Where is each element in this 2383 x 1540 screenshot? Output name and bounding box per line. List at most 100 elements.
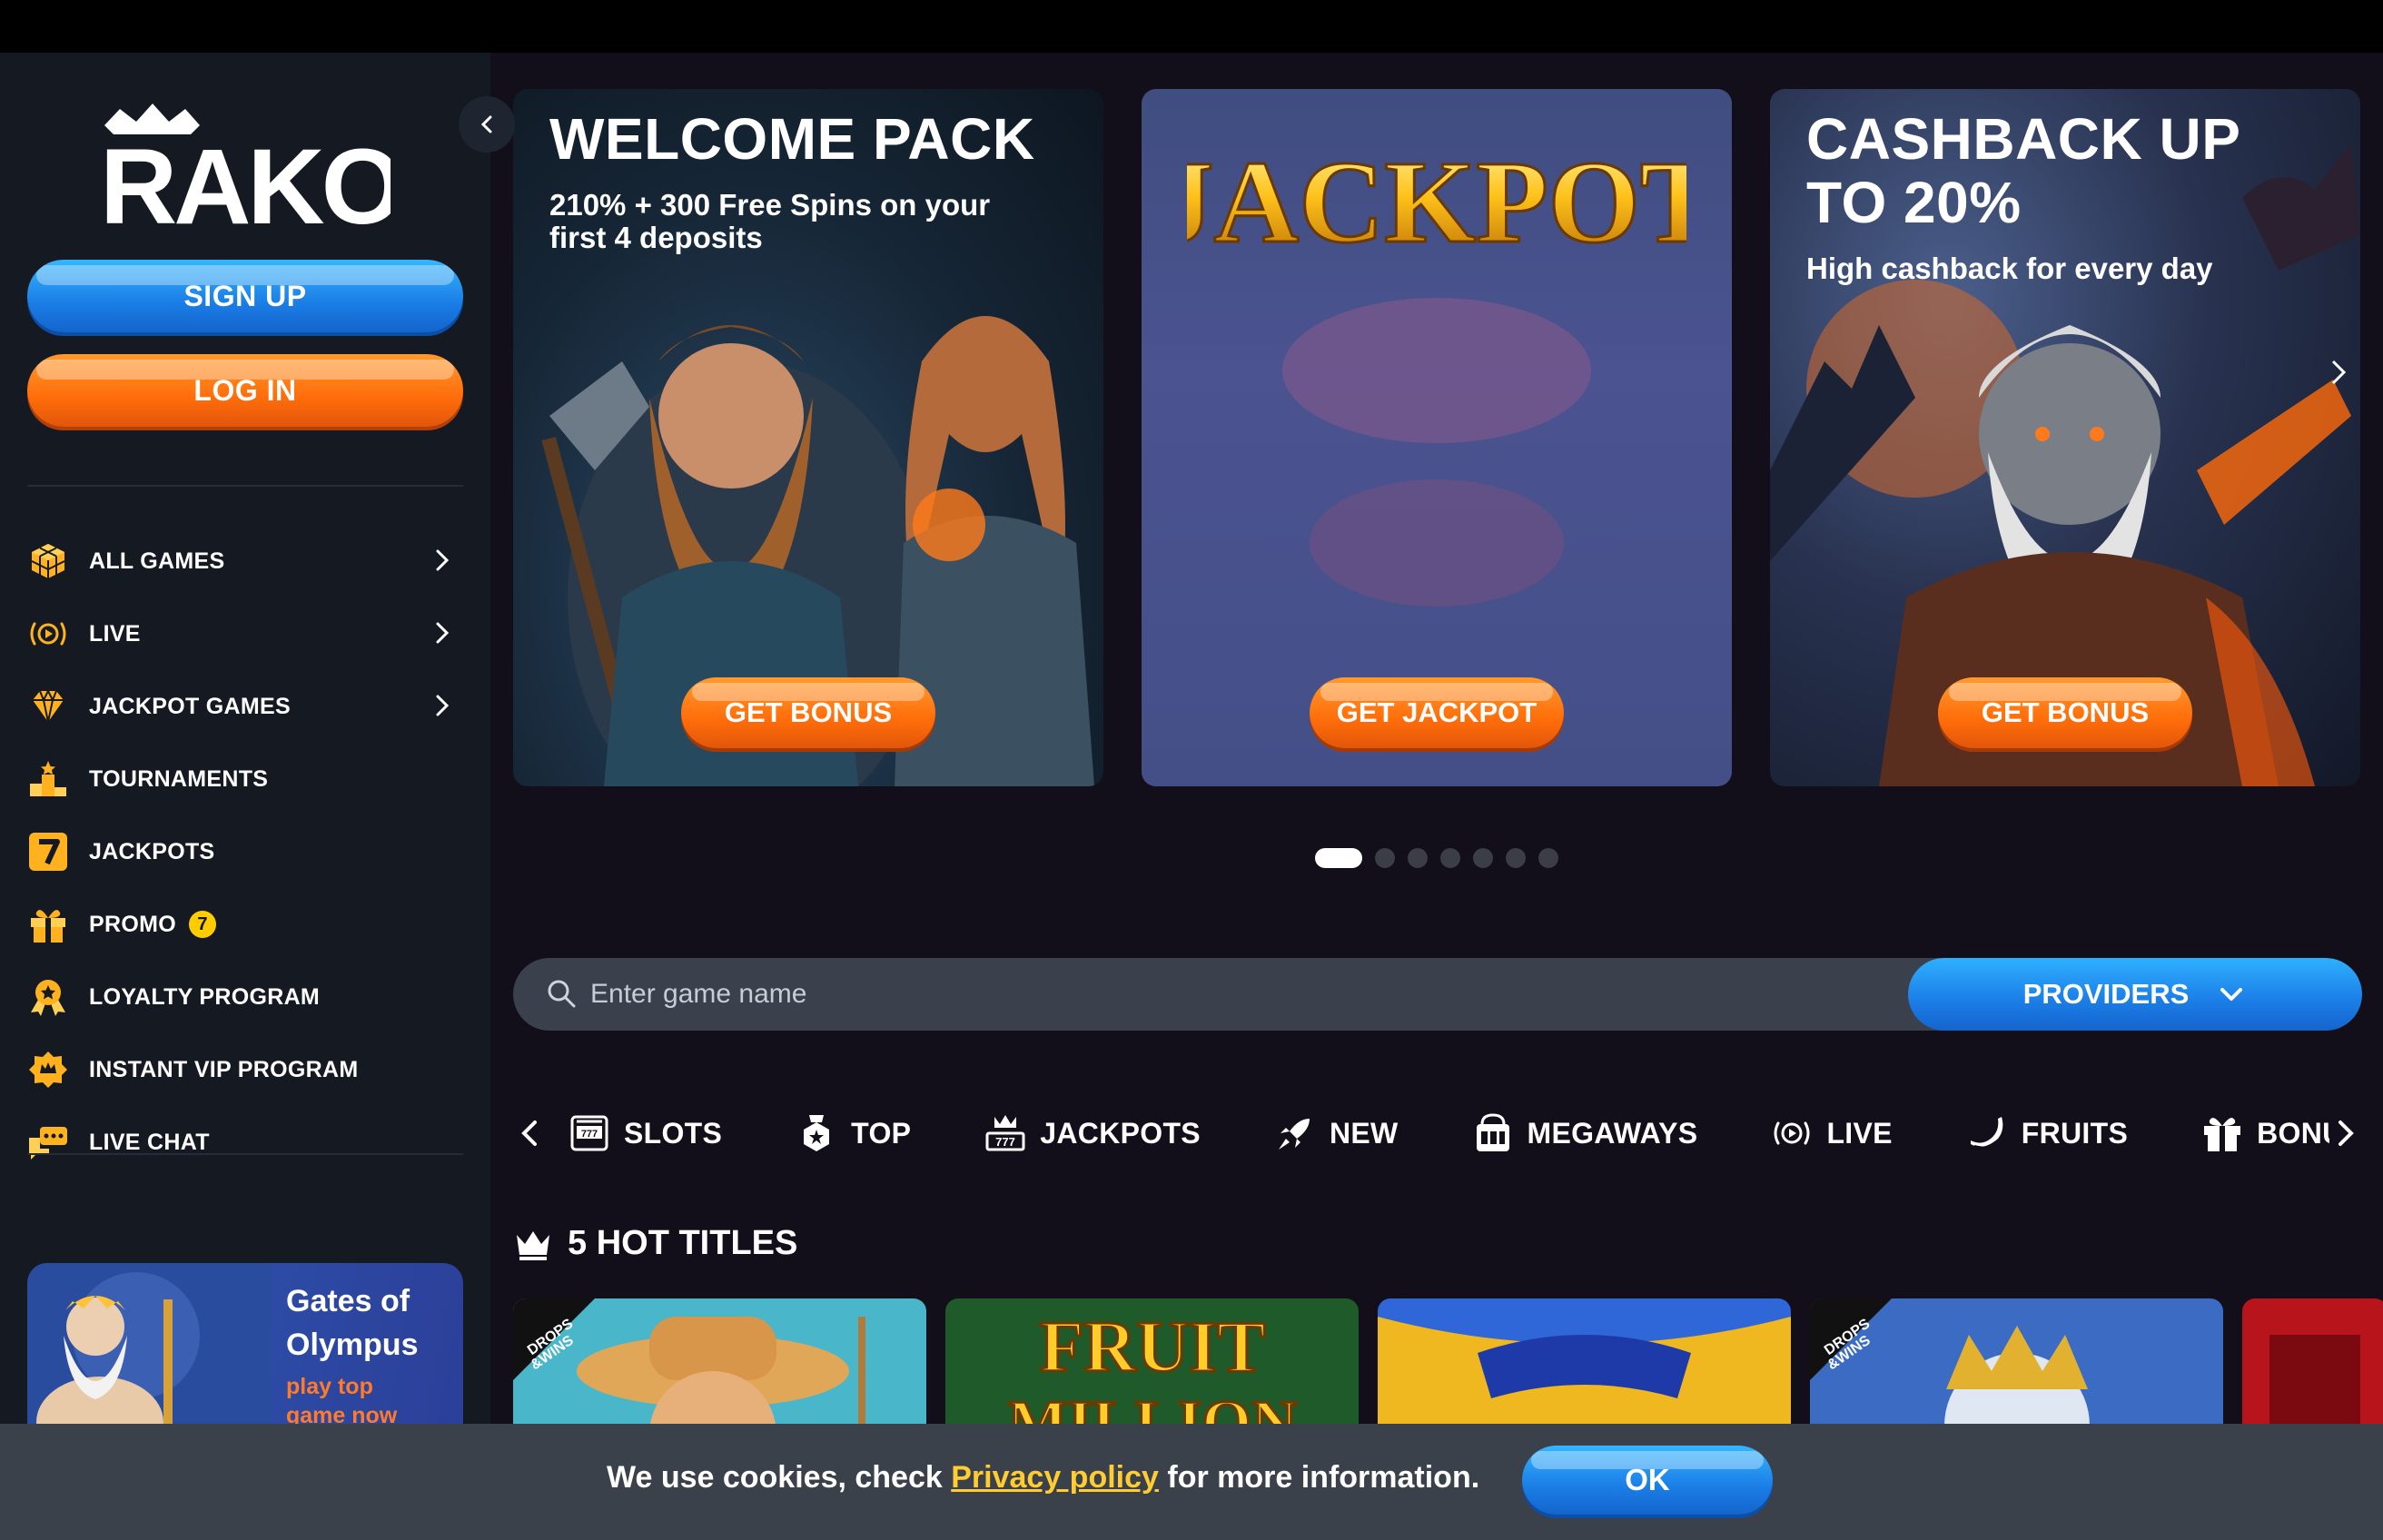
podium-icon — [27, 758, 69, 800]
main-content: WELCOME PACK 210% + 300 Free Spins on yo… — [459, 53, 2383, 1540]
welcome-pack-banner[interactable]: WELCOME PACK 210% + 300 Free Spins on yo… — [513, 89, 1103, 786]
chevron-right-icon — [436, 549, 450, 571]
get-jackpot-button[interactable]: GET JACKPOT — [1310, 677, 1564, 748]
svg-text:RAKOO: RAKOO — [100, 127, 391, 234]
sidebar-item-tournaments[interactable]: TOURNAMENTS — [27, 743, 463, 815]
carousel-dot[interactable] — [1375, 848, 1395, 868]
promo-count-badge: 7 — [188, 911, 216, 938]
carousel-dot[interactable] — [1538, 848, 1558, 868]
rocket-icon — [1278, 1119, 1310, 1150]
sidebar-item-label: JACKPOTS — [89, 838, 215, 864]
banner-subtitle-line: first 4 deposits — [549, 221, 763, 254]
sign-up-button[interactable]: SIGN UP — [27, 260, 463, 332]
providers-dropdown-button[interactable]: PROVIDERS — [1908, 958, 2362, 1031]
get-bonus-button[interactable]: GET BONUS — [1938, 677, 2192, 748]
svg-text:FRUIT: FRUIT — [1040, 1308, 1266, 1387]
divider — [27, 485, 463, 487]
sidebar: RAKOO SIGN UP LOG IN ALL GAMES LIVE JACK… — [0, 53, 490, 1540]
banana-icon — [1970, 1117, 2003, 1149]
carousel-dot[interactable] — [1315, 848, 1362, 868]
carousel-dot[interactable] — [1408, 848, 1428, 868]
chevron-left-icon — [480, 115, 492, 133]
log-in-button[interactable]: LOG IN — [27, 354, 463, 427]
gates-of-olympus-promo-card[interactable]: Gates of Olympus play top game now — [27, 1263, 463, 1449]
sidebar-item-live[interactable]: LIVE — [27, 597, 463, 670]
sidebar-item-label: LIVE CHAT — [89, 1129, 210, 1155]
live-broadcast-icon — [1774, 1121, 1810, 1145]
jackpot-banner[interactable]: JACKPOT GET JACKPOT — [1142, 89, 1732, 786]
tab-live[interactable]: LIVE — [1770, 1111, 1892, 1155]
sidebar-item-promo[interactable]: PROMO 7 — [27, 888, 463, 961]
svg-text:777: 777 — [995, 1135, 1015, 1149]
chevron-down-icon — [2220, 988, 2243, 1001]
providers-label: PROVIDERS — [2022, 978, 2190, 1010]
tab-fruits[interactable]: FRUITS — [1965, 1111, 2128, 1155]
divider — [27, 1153, 463, 1155]
sidebar-item-label: JACKPOT GAMES — [89, 693, 291, 719]
jackpot-title-logo: JACKPOT — [1187, 136, 1686, 270]
diamond-icon — [27, 686, 69, 727]
tab-top[interactable]: TOP — [795, 1111, 911, 1155]
banner-subtitle: High cashback for every day — [1806, 252, 2213, 285]
cashback-banner[interactable]: CASHBACK UP TO 20% High cashback for eve… — [1770, 89, 2360, 786]
sidebar-item-label: LIVE — [89, 620, 141, 647]
crown-icon — [517, 1230, 549, 1260]
carousel-dot[interactable] — [1440, 848, 1460, 868]
megaways-icon — [1476, 1113, 1509, 1151]
promo-title-line: Gates of — [286, 1284, 410, 1318]
banner-title-line: CASHBACK UP — [1806, 106, 2241, 172]
sidebar-item-label: ALL GAMES — [89, 548, 225, 574]
medal-icon — [27, 976, 69, 1018]
rakoo-logo[interactable]: RAKOO — [100, 98, 484, 247]
chevron-right-icon[interactable] — [2329, 1115, 2362, 1151]
tab-jackpots[interactable]: 777 JACKPOTS — [984, 1111, 1201, 1155]
sidebar-item-label: PROMO — [89, 911, 176, 937]
banner-subtitle-line: 210% + 300 Free Spins on your — [549, 188, 991, 222]
cookie-text: We use cookies, check — [607, 1460, 952, 1495]
sidebar-item-all-games[interactable]: ALL GAMES — [27, 525, 463, 597]
sidebar-item-label: LOYALTY PROGRAM — [89, 983, 321, 1010]
sidebar-item-loyalty-program[interactable]: LOYALTY PROGRAM — [27, 961, 463, 1033]
sidebar-item-instant-vip-program[interactable]: INSTANT VIP PROGRAM — [27, 1033, 463, 1106]
chevron-right-icon — [436, 622, 450, 644]
cube-icon — [27, 540, 69, 582]
seven-icon — [27, 831, 69, 873]
tab-slots[interactable]: 777 SLOTS — [568, 1111, 722, 1155]
tab-new[interactable]: NEW — [1273, 1111, 1399, 1155]
chat-icon — [27, 1121, 69, 1163]
sidebar-item-label: INSTANT VIP PROGRAM — [89, 1056, 359, 1082]
sidebar-item-jackpot-games[interactable]: JACKPOT GAMES — [27, 670, 463, 743]
collapse-sidebar-button[interactable] — [459, 96, 515, 153]
promo-title-line: Olympus — [286, 1328, 419, 1362]
top-bar — [0, 0, 2383, 53]
slot-machine-icon: 777 — [570, 1115, 608, 1151]
svg-text:777: 777 — [581, 1129, 598, 1140]
search-input[interactable] — [590, 958, 1862, 1031]
sidebar-item-jackpots[interactable]: JACKPOTS — [27, 815, 463, 888]
live-broadcast-icon — [27, 613, 69, 655]
get-bonus-button[interactable]: GET BONUS — [681, 677, 935, 748]
sidebar-item-live-chat[interactable]: LIVE CHAT — [27, 1106, 463, 1179]
tab-bonus[interactable]: BONUS — [2200, 1111, 2329, 1155]
chevron-right-icon — [436, 695, 450, 716]
top-badge-icon — [804, 1115, 830, 1151]
carousel-dots — [1315, 848, 1558, 868]
promo-subtitle-line: play top — [286, 1374, 373, 1399]
banner-title-line: TO 20% — [1806, 170, 2022, 235]
zeus-illustration — [27, 1263, 272, 1449]
hot-titles-heading: 5 HOT TITLES — [513, 1224, 797, 1263]
gift-icon — [2204, 1118, 2241, 1151]
tab-megaways[interactable]: MEGAWAYS — [1471, 1111, 1698, 1155]
chevron-left-icon[interactable] — [513, 1115, 546, 1151]
carousel-dot[interactable] — [1473, 848, 1493, 868]
carousel-dot[interactable] — [1506, 848, 1526, 868]
gift-icon — [27, 903, 69, 945]
cookie-ok-button[interactable]: OK — [1522, 1446, 1773, 1515]
game-search-bar: PROVIDERS — [513, 958, 2362, 1031]
svg-text:JACKPOT: JACKPOT — [1187, 137, 1686, 268]
vip-badge-icon — [27, 1049, 69, 1091]
sidebar-nav: ALL GAMES LIVE JACKPOT GAMES TOURNAMENTS — [27, 525, 463, 1179]
cookie-consent-bar: We use cookies, check Privacy policy for… — [0, 1424, 2383, 1540]
privacy-policy-link[interactable]: Privacy policy — [951, 1460, 1159, 1495]
search-icon — [548, 980, 576, 1008]
